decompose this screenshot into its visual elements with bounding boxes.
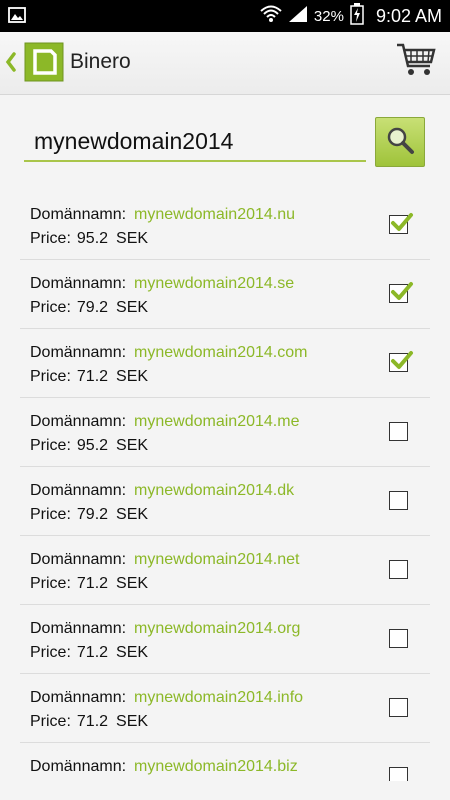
domain-label: Domännamn:	[30, 275, 127, 292]
price-currency: SEK	[116, 713, 149, 730]
domain-checkbox[interactable]	[389, 282, 413, 303]
price-label: Price:	[30, 230, 71, 247]
wifi-icon	[260, 4, 282, 29]
domain-line: Domännamn: mynewdomain2014.info	[30, 689, 303, 707]
price-label: Price:	[30, 299, 71, 316]
signal-icon	[288, 5, 308, 28]
status-bar: 32% 9:02 AM	[0, 0, 450, 32]
checkmark-icon	[391, 213, 413, 231]
price-value: 71.2	[76, 368, 109, 385]
price-currency: SEK	[116, 575, 149, 592]
price-currency: SEK	[116, 506, 149, 523]
price-value: 71.2	[76, 713, 109, 730]
price-line: Price: 95.2 SEK	[30, 437, 148, 455]
domain-line: Domännamn: mynewdomain2014.se	[30, 275, 294, 293]
price-currency: SEK	[116, 368, 149, 385]
price-value: 79.2	[76, 299, 109, 316]
cart-icon[interactable]	[396, 42, 436, 83]
price-line: Price: 79.2 SEK	[30, 299, 148, 317]
price-line: Price: 71.2 SEK	[30, 713, 148, 731]
image-icon	[8, 7, 26, 28]
domain-checkbox[interactable]	[389, 351, 413, 372]
price-label: Price:	[30, 644, 71, 661]
domain-label: Domännamn:	[30, 344, 127, 361]
domain-checkbox[interactable]	[389, 698, 408, 717]
domain-checkbox[interactable]	[389, 629, 408, 648]
domain-label: Domännamn:	[30, 551, 127, 568]
domain-line: Domännamn: mynewdomain2014.dk	[30, 482, 294, 500]
price-label: Price:	[30, 506, 71, 523]
domain-name: mynewdomain2014.me	[134, 413, 300, 430]
battery-charging-icon	[350, 2, 364, 30]
price-currency: SEK	[116, 299, 149, 316]
domain-line: Domännamn: mynewdomain2014.biz	[30, 758, 298, 776]
domain-name: mynewdomain2014.dk	[134, 482, 295, 499]
domain-label: Domännamn:	[30, 206, 127, 223]
domain-row[interactable]: Domännamn: mynewdomain2014.net Price: 71.2 S…	[20, 536, 430, 605]
price-value: 95.2	[76, 437, 109, 454]
domain-name: mynewdomain2014.biz	[134, 758, 298, 775]
domain-row[interactable]: Domännamn: mynewdomain2014.me Price: 95.2 SE…	[20, 398, 430, 467]
domain-row[interactable]: Domännamn: mynewdomain2014.info Price: 71.2…	[20, 674, 430, 743]
search-icon	[385, 125, 415, 160]
domain-line: Domännamn: mynewdomain2014.com	[30, 344, 307, 362]
domain-row[interactable]: Domännamn: mynewdomain2014.com Price: 71.2 S…	[20, 329, 430, 398]
checkmark-icon	[391, 282, 413, 300]
domain-checkbox[interactable]	[389, 560, 408, 579]
price-line: Price: 79.2 SEK	[30, 506, 148, 524]
domain-checkbox[interactable]	[389, 767, 408, 781]
domain-row[interactable]: Domännamn: mynewdomain2014.dk Price: 79.2 SE…	[20, 467, 430, 536]
domain-name: mynewdomain2014.org	[134, 620, 301, 637]
price-line: Price: 71.2 SEK	[30, 575, 148, 593]
domain-checkbox[interactable]	[389, 491, 408, 510]
chevron-left-icon[interactable]	[4, 51, 18, 78]
status-time: 9:02 AM	[375, 5, 442, 26]
price-currency: SEK	[116, 230, 149, 247]
price-label: Price:	[30, 575, 71, 592]
domain-name: mynewdomain2014.nu	[134, 206, 296, 223]
domain-name: mynewdomain2014.com	[134, 344, 308, 361]
domain-label: Domännamn:	[30, 413, 127, 430]
binero-logo-icon[interactable]	[24, 42, 64, 87]
price-value: 79.2	[76, 506, 109, 523]
search-field[interactable]	[24, 124, 366, 162]
price-line: Price: 95.2 SEK	[30, 230, 148, 248]
app-title: Binero	[70, 50, 131, 73]
domain-label: Domännamn:	[30, 758, 127, 775]
domain-name: mynewdomain2014.net	[134, 551, 300, 568]
search-button[interactable]	[375, 117, 425, 167]
domain-label: Domännamn:	[30, 689, 127, 706]
checkmark-icon	[391, 351, 413, 369]
domain-checkbox[interactable]	[389, 213, 413, 234]
price-value: 71.2	[76, 575, 109, 592]
domain-line: Domännamn: mynewdomain2014.net	[30, 551, 299, 569]
search-input[interactable]	[24, 124, 366, 158]
domain-list: Domännamn: mynewdomain2014.nu Price: 95.2 SE…	[0, 191, 450, 781]
domain-row[interactable]: Domännamn: mynewdomain2014.org Price: 71.2 S…	[20, 605, 430, 674]
price-currency: SEK	[116, 437, 149, 454]
price-line: Price: 71.2 SEK	[30, 368, 148, 386]
price-line: Price: 71.2 SEK	[30, 644, 148, 662]
list-bottom-edge	[0, 781, 450, 800]
price-currency: SEK	[116, 644, 149, 661]
domain-line: Domännamn: mynewdomain2014.nu	[30, 206, 295, 224]
price-label: Price:	[30, 713, 71, 730]
domain-line: Domännamn: mynewdomain2014.me	[30, 413, 299, 431]
price-label: Price:	[30, 437, 71, 454]
action-bar: Binero	[0, 32, 450, 95]
domain-name: mynewdomain2014.se	[134, 275, 295, 292]
price-value: 71.2	[76, 644, 109, 661]
domain-row[interactable]: Domännamn: mynewdomain2014.se Price: 79.2 SE…	[20, 260, 430, 329]
price-label: Price:	[30, 368, 71, 385]
domain-checkbox[interactable]	[389, 422, 408, 441]
domain-line: Domännamn: mynewdomain2014.org	[30, 620, 300, 638]
price-value: 95.2	[76, 230, 109, 247]
domain-row[interactable]: Domännamn: mynewdomain2014.nu Price: 95.2 SE…	[20, 191, 430, 260]
domain-label: Domännamn:	[30, 482, 127, 499]
domain-row[interactable]: Domännamn:mynewdomain2014.bizPrice:71.2S…	[20, 743, 430, 781]
battery-percent: 32%	[313, 7, 344, 25]
domain-name: mynewdomain2014.info	[134, 689, 304, 706]
domain-label: Domännamn:	[30, 620, 127, 637]
